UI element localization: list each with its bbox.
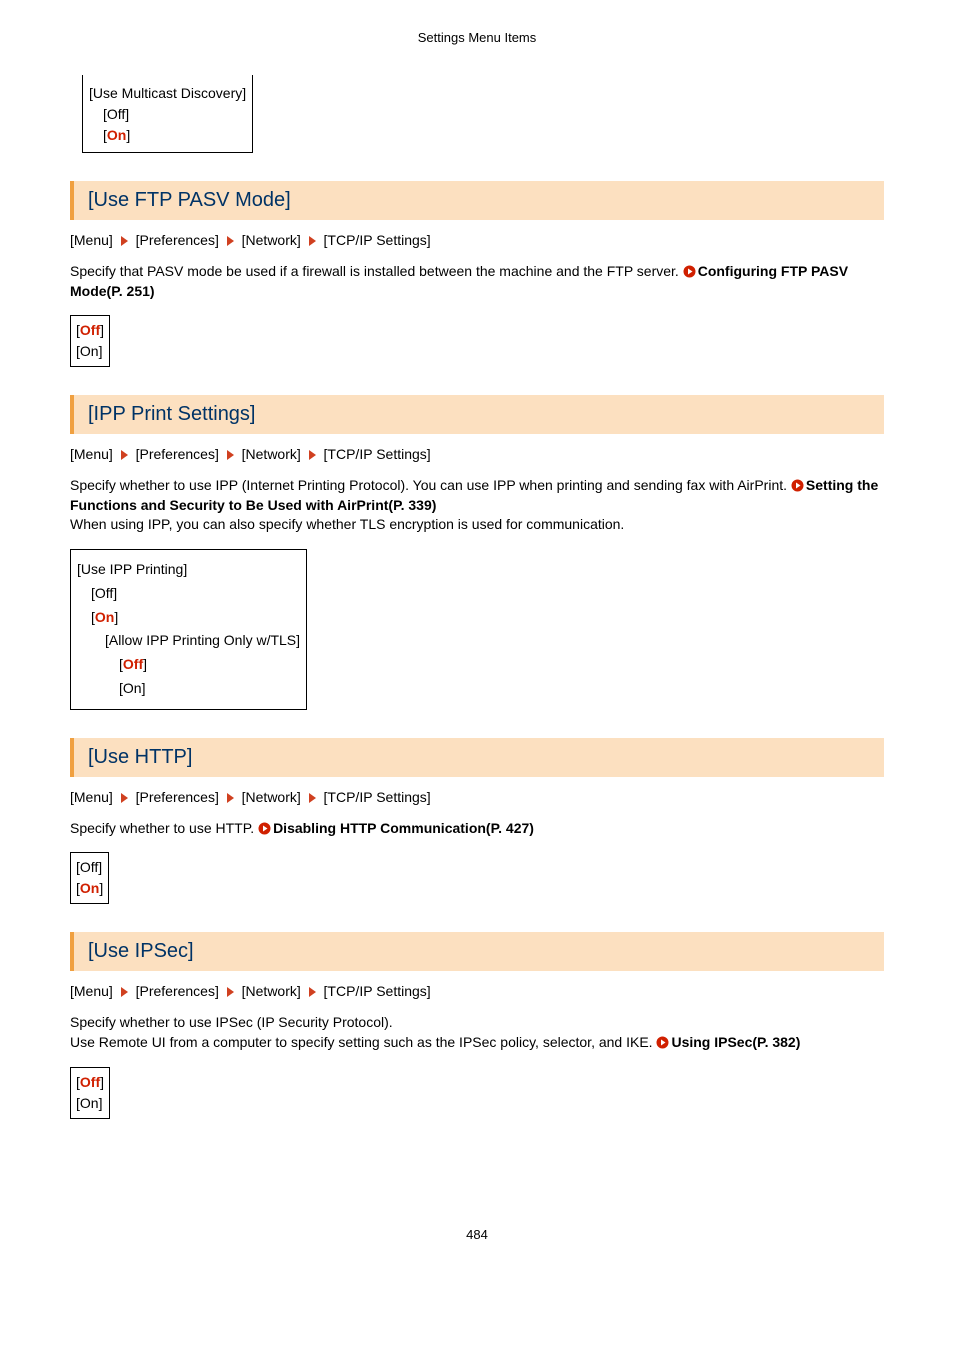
section-description: Specify whether to use IPSec (IP Securit… [70,1013,884,1052]
play-circle-icon [656,1036,669,1049]
multicast-discovery-box: [Use Multicast Discovery] [Off] [On] [82,75,253,153]
breadcrumb-item: [Preferences] [136,232,219,248]
breadcrumb-item: [TCP/IP Settings] [324,232,431,248]
breadcrumb: [Menu] [Preferences] [Network] [TCP/IP S… [70,789,884,805]
chevron-right-icon [227,450,234,460]
chevron-right-icon [309,236,316,246]
breadcrumb-item: [Network] [242,446,301,462]
option-on: [On] [76,880,103,896]
breadcrumb-item: [TCP/IP Settings] [324,446,431,462]
ipp-options-box: [Use IPP Printing] [Off] [On] [Allow IPP… [70,549,307,710]
option-off: [Off] [89,104,246,125]
page-container: Settings Menu Items [Use Multicast Disco… [0,0,954,1282]
option-on: [On] [76,343,102,359]
breadcrumb-item: [Menu] [70,446,113,462]
option-on: [On] [77,677,300,701]
http-options-box: [Off] [On] [70,852,109,904]
chevron-right-icon [227,987,234,997]
section-description: Specify whether to use IPP (Internet Pri… [70,476,884,535]
option-label: [Use Multicast Discovery] [89,85,246,101]
option-off: [Off] [76,322,104,338]
option-off: [Off] [77,653,300,677]
play-circle-icon [791,479,804,492]
page-number: 484 [70,1227,884,1242]
chevron-right-icon [309,987,316,997]
ftp-options-box: [Off] [On] [70,315,110,367]
chevron-right-icon [227,793,234,803]
cross-reference-link[interactable]: Disabling HTTP Communication(P. 427) [273,820,534,836]
chevron-right-icon [121,450,128,460]
chevron-right-icon [121,793,128,803]
breadcrumb-item: [Network] [242,789,301,805]
option-label: [Use IPP Printing] [77,561,187,577]
ipsec-options-box: [Off] [On] [70,1067,110,1119]
play-circle-icon [258,822,271,835]
chevron-right-icon [309,793,316,803]
breadcrumb-item: [Preferences] [136,446,219,462]
page-header: Settings Menu Items [70,30,884,45]
breadcrumb-item: [TCP/IP Settings] [324,983,431,999]
breadcrumb-item: [Menu] [70,789,113,805]
section-heading-ipsec: [Use IPSec] [70,932,884,971]
breadcrumb: [Menu] [Preferences] [Network] [TCP/IP S… [70,446,884,462]
option-label: [Allow IPP Printing Only w/TLS] [77,629,300,653]
section-description: Specify whether to use HTTP. Disabling H… [70,819,884,839]
chevron-right-icon [121,987,128,997]
breadcrumb-item: [Menu] [70,232,113,248]
breadcrumb: [Menu] [Preferences] [Network] [TCP/IP S… [70,232,884,248]
option-on: [On] [77,606,300,630]
section-heading-ipp: [IPP Print Settings] [70,395,884,434]
breadcrumb: [Menu] [Preferences] [Network] [TCP/IP S… [70,983,884,999]
breadcrumb-item: [Network] [242,983,301,999]
chevron-right-icon [121,236,128,246]
chevron-right-icon [227,236,234,246]
option-on: [On] [89,125,246,146]
breadcrumb-item: [Preferences] [136,983,219,999]
section-description: Specify that PASV mode be used if a fire… [70,262,884,301]
breadcrumb-item: [Preferences] [136,789,219,805]
breadcrumb-item: [Menu] [70,983,113,999]
option-off: [Off] [77,582,300,606]
option-off: [Off] [76,859,102,875]
section-heading-ftp-pasv: [Use FTP PASV Mode] [70,181,884,220]
option-off: [Off] [76,1074,104,1090]
breadcrumb-item: [TCP/IP Settings] [324,789,431,805]
play-circle-icon [683,265,696,278]
cross-reference-link[interactable]: Using IPSec(P. 382) [671,1034,800,1050]
breadcrumb-item: [Network] [242,232,301,248]
chevron-right-icon [309,450,316,460]
option-on: [On] [76,1095,102,1111]
section-heading-http: [Use HTTP] [70,738,884,777]
